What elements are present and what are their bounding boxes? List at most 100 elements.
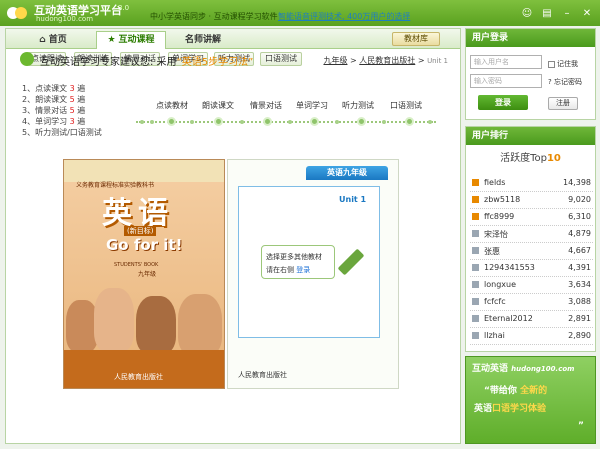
advice-prefix: 互动英语学习专家建议您: 采用 xyxy=(40,57,177,68)
breadcrumb: 九年级 > 人民教育出版社 > Unit 1 xyxy=(323,55,448,66)
home-icon: ⌂ xyxy=(39,35,46,45)
rank-row[interactable]: llzhai 2,890 xyxy=(470,328,593,345)
ranking-subtitle: 活跃度Top10 xyxy=(500,153,561,164)
cover-books: STUDENTS' BOOK xyxy=(114,262,159,268)
flow-dot xyxy=(190,120,194,124)
tab-course-label: 互动课程 xyxy=(118,35,155,45)
app-logo-icon xyxy=(7,7,27,19)
rank-badge-icon xyxy=(472,264,479,271)
hint-line-2: 请在右侧 登录 xyxy=(266,266,311,274)
step-item: 3、情景对话 5 遍 xyxy=(22,106,86,115)
remember-checkbox[interactable] xyxy=(548,60,555,68)
subnav-speaking[interactable]: 口语测试 xyxy=(260,52,302,66)
flow-dot xyxy=(357,117,366,126)
promo-link[interactable]: 智能语音评测技术, 400万用户的选择 xyxy=(278,11,410,22)
advice-text: 互动英语学习专家建议您: 采用“英语5步学习法” xyxy=(40,53,253,68)
rank-badge-icon xyxy=(472,247,479,254)
hint-line-1: 选择更多其他教材 xyxy=(266,253,322,261)
flow-step[interactable]: 朗读课文 xyxy=(202,100,234,111)
crumb-publisher[interactable]: 人民教育出版社 xyxy=(359,56,415,65)
username-input[interactable]: 输入用户名 xyxy=(470,55,542,69)
crumb-sep-icon: > xyxy=(417,56,428,65)
book-display: 义务教育课程标准实验教科书 英语 (新目标) Go for it! STUDEN… xyxy=(55,159,405,391)
cover-en-title: Go for it! xyxy=(106,236,183,254)
rank-badge-icon xyxy=(472,332,479,339)
steps-list: 1、点读课文 3 遍 2、朗读课文 5 遍 3、情景对话 5 遍 4、单词学习 … xyxy=(22,83,102,138)
rank-row[interactable]: Eternal2012 2,891 xyxy=(470,311,593,328)
flow-step[interactable]: 点读教材 xyxy=(156,100,188,111)
hint-box: 选择更多其他教材 请在右侧 登录 xyxy=(261,245,335,279)
rank-badge-icon xyxy=(472,196,479,203)
step-item: 5、听力测试/口语测试 xyxy=(22,128,102,137)
book-cover[interactable]: 义务教育课程标准实验教科书 英语 (新目标) Go for it! STUDEN… xyxy=(63,159,225,389)
step-item: 2、朗读课文 5 遍 xyxy=(22,95,86,104)
crumb-sep-icon: > xyxy=(350,56,360,65)
close-icon[interactable]: ✕ xyxy=(580,8,594,19)
right-publisher: 人民教育出版社 xyxy=(238,371,287,379)
banner-line-2: 英语口语学习体验 xyxy=(474,404,547,414)
flow-step[interactable]: 口语测试 xyxy=(390,100,422,111)
flow-dot xyxy=(263,117,272,126)
banner-line-3: ” xyxy=(578,421,584,431)
login-title: 用户登录 xyxy=(466,29,595,47)
tab-course[interactable]: ★ 互动课程 xyxy=(96,31,166,49)
minimize-icon[interactable]: – xyxy=(560,8,574,19)
rank-row[interactable]: zbw5118 9,020 xyxy=(470,192,593,209)
flow-line xyxy=(136,121,436,123)
ranking-panel: 用户排行 活跃度Top10 fields 14,398 zbw5118 9,020 … xyxy=(465,126,596,352)
flow-dot xyxy=(288,120,292,124)
rank-badge-icon xyxy=(472,298,479,305)
cover-tag: (新目标) xyxy=(124,226,157,236)
banner-line-1: “带给你 全新的 xyxy=(484,386,548,396)
speaker-icon xyxy=(20,52,34,66)
cover-grade: 九年级 xyxy=(138,271,157,278)
pencil-icon xyxy=(337,248,365,276)
student-photo xyxy=(94,288,134,352)
remember-me[interactable]: 记住我 xyxy=(548,59,578,69)
hint-login-link[interactable]: 登录 xyxy=(296,266,310,274)
rank-row[interactable]: ffc8999 6,310 xyxy=(470,209,593,226)
book-right-page: 英语九年级 Unit 1 选择更多其他教材 请在右侧 登录 人民教育出版社 xyxy=(227,159,399,389)
rank-row[interactable]: 宋泽怡 4,879 xyxy=(470,226,593,243)
flow-dot xyxy=(382,120,386,124)
register-button[interactable]: 注册 xyxy=(548,97,578,110)
crumb-unit: Unit 1 xyxy=(427,57,448,65)
crumb-grade[interactable]: 九年级 xyxy=(323,56,347,65)
feedback-icon[interactable]: ☺ xyxy=(520,8,534,19)
rank-row[interactable]: longxue 3,634 xyxy=(470,277,593,294)
cover-bottom-band xyxy=(64,350,224,388)
flow-dot xyxy=(167,117,176,126)
rank-row[interactable]: fcfcfc 3,088 xyxy=(470,294,593,311)
flow-step[interactable]: 情景对话 xyxy=(250,100,282,111)
star-icon: ★ xyxy=(107,35,116,45)
flow-dot xyxy=(428,120,432,124)
flow-dot xyxy=(240,120,244,124)
login-button[interactable]: 登录 xyxy=(478,95,528,110)
flow-step[interactable]: 听力测试 xyxy=(342,100,374,111)
password-input[interactable]: 输入密码 xyxy=(470,74,542,88)
forgot-password[interactable]: ? 忘记密码 xyxy=(548,77,582,87)
tab-home[interactable]: ⌂ 首页 xyxy=(12,31,94,49)
student-photo xyxy=(178,294,222,356)
flow-dot xyxy=(335,120,339,124)
promo-banner[interactable]: 互动英语 hudong100.com “带给你 全新的 英语口语学习体验 ” xyxy=(465,356,596,444)
inner-page: Unit 1 选择更多其他教材 请在右侧 登录 xyxy=(238,186,380,338)
app-version: 3.0 xyxy=(118,4,130,12)
library-button[interactable]: 教材库 xyxy=(392,32,440,46)
rank-badge-icon xyxy=(472,281,479,288)
banner-brand: 互动英语 hudong100.com xyxy=(472,364,575,374)
cover-band xyxy=(64,160,224,182)
flow-dot xyxy=(150,120,154,124)
flow-step[interactable]: 单词学习 xyxy=(296,100,328,111)
rank-row[interactable]: 1294341553 4,391 xyxy=(470,260,593,277)
unit-label: Unit 1 xyxy=(339,195,367,204)
rank-row[interactable]: fields 14,398 xyxy=(470,175,593,192)
flow-dot xyxy=(214,117,223,126)
rank-badge-icon xyxy=(472,179,479,186)
tab-home-label: 首页 xyxy=(48,35,67,45)
window-controls: ☺ ▤ – ✕ xyxy=(520,8,594,19)
tab-teacher[interactable]: 名师讲解 xyxy=(168,31,238,49)
rank-row[interactable]: 张惠 4,667 xyxy=(470,243,593,260)
menu-icon[interactable]: ▤ xyxy=(540,8,554,19)
tab-teacher-label: 名师讲解 xyxy=(184,35,221,45)
